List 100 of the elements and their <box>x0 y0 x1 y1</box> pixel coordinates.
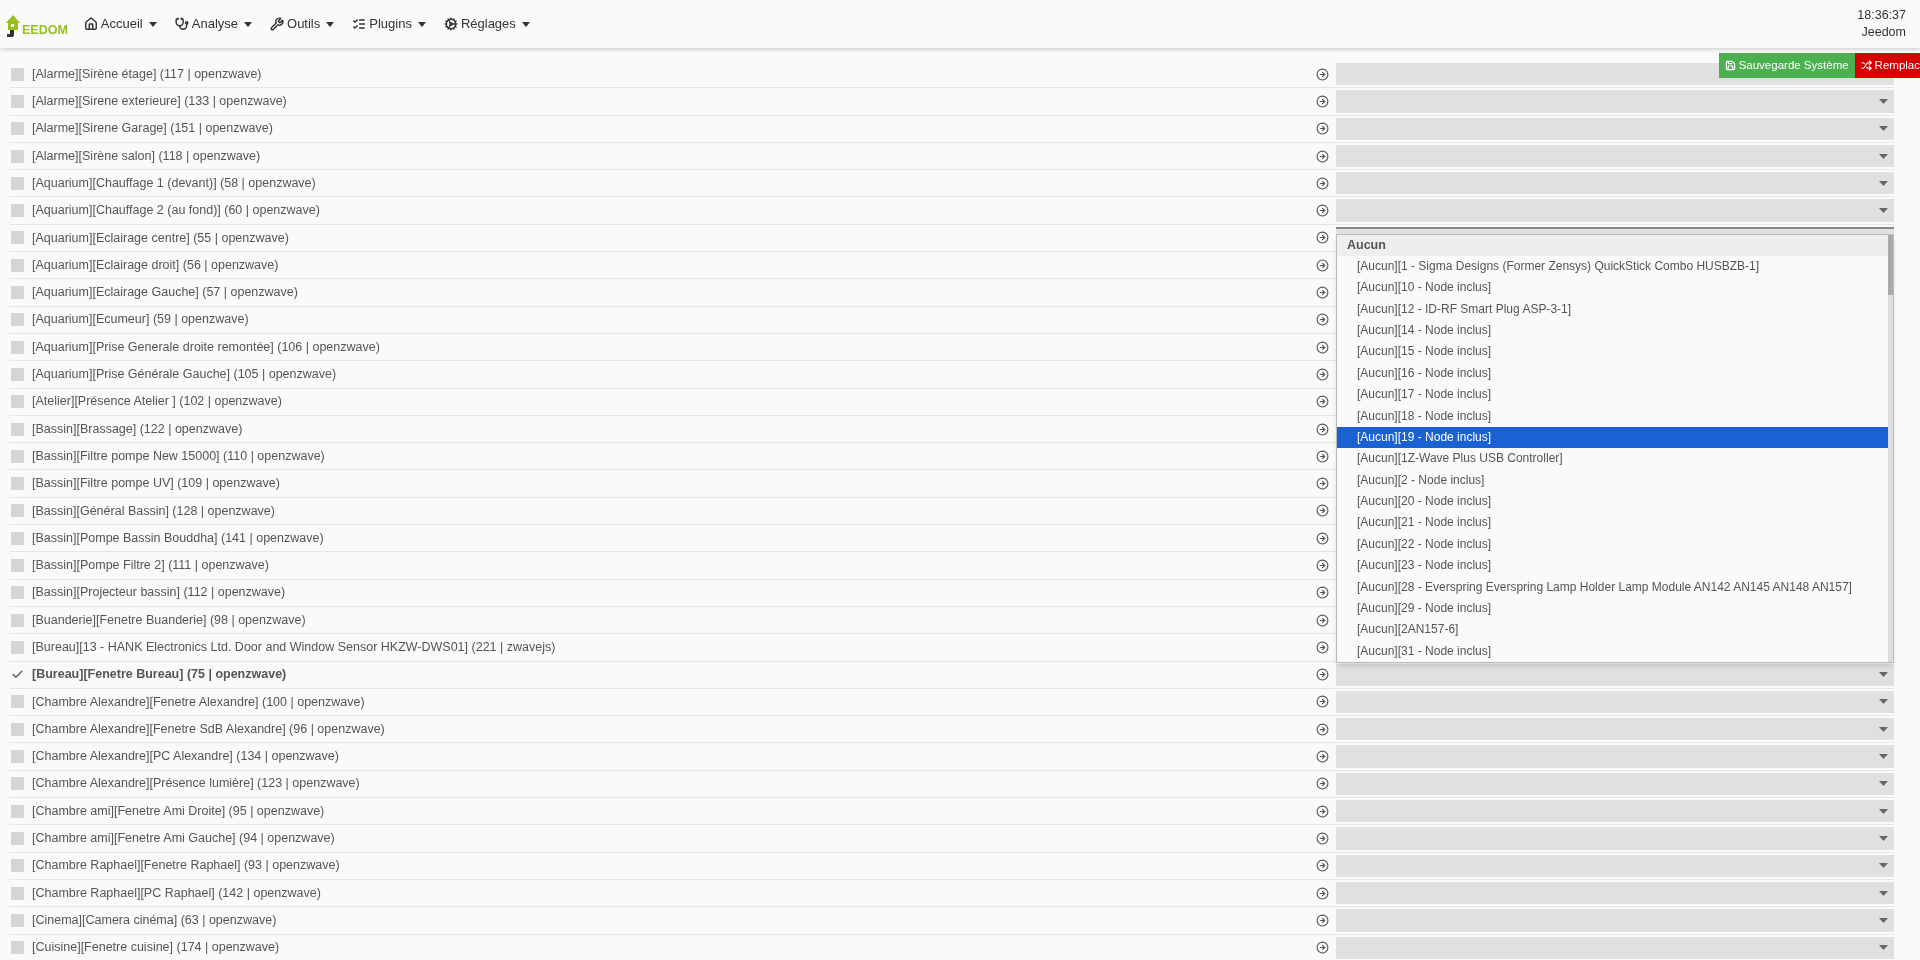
arrow-circle-icon[interactable] <box>1316 640 1329 654</box>
arrow-circle-icon[interactable] <box>1316 422 1329 436</box>
dropdown-option[interactable]: [Aucun][22 - Node inclus] <box>1337 533 1888 556</box>
arrow-circle-icon[interactable] <box>1316 367 1329 381</box>
arrow-circle-icon[interactable] <box>1316 94 1329 108</box>
checkbox[interactable] <box>11 231 24 245</box>
arrow-circle-icon[interactable] <box>1316 449 1329 463</box>
select-field[interactable] <box>1336 90 1894 113</box>
checkbox[interactable] <box>11 586 24 600</box>
dropdown-option[interactable]: [Aucun][14 - Node inclus] <box>1337 319 1888 342</box>
arrow-circle-icon[interactable] <box>1316 913 1329 927</box>
dropdown-option[interactable]: [Aucun][20 - Node inclus] <box>1337 491 1888 513</box>
checkbox[interactable] <box>11 777 24 791</box>
checkbox[interactable] <box>11 941 24 955</box>
dropdown-option[interactable]: [Aucun][29 - Node inclus] <box>1337 598 1888 620</box>
checkbox[interactable] <box>11 94 24 108</box>
checkbox[interactable] <box>11 122 24 136</box>
arrow-circle-icon[interactable] <box>1316 804 1329 818</box>
dropdown-option[interactable]: [Aucun][1 - Sigma Designs (Former Zensys) QuickStick Combo HUSBZB-1] <box>1337 255 1888 278</box>
arrow-circle-icon[interactable] <box>1316 831 1329 845</box>
checkbox[interactable] <box>11 340 24 354</box>
select-field[interactable] <box>1336 172 1894 195</box>
arrow-circle-icon[interactable] <box>1316 286 1329 299</box>
checkbox[interactable] <box>11 804 24 818</box>
arrow-circle-icon[interactable] <box>1316 176 1329 190</box>
checkbox[interactable] <box>11 422 24 436</box>
checkbox[interactable] <box>11 367 24 381</box>
arrow-circle-icon[interactable] <box>1316 67 1329 81</box>
checkbox[interactable] <box>11 640 24 654</box>
dropdown-option[interactable]: [Aucun][15 - Node inclus] <box>1337 341 1888 363</box>
checkbox[interactable] <box>11 504 24 518</box>
select-field[interactable] <box>1336 199 1894 222</box>
checkbox[interactable] <box>11 204 24 218</box>
arrow-circle-icon[interactable] <box>1316 122 1329 136</box>
nav-menu[interactable]: Accueil <box>83 14 157 34</box>
dropdown-option[interactable]: [Aucun][10 - Node inclus] <box>1337 277 1888 299</box>
select-field[interactable] <box>1336 827 1894 850</box>
arrow-circle-icon[interactable] <box>1316 231 1329 245</box>
checkbox[interactable] <box>11 449 24 463</box>
user-name[interactable]: Jeedom <box>1861 24 1906 41</box>
arrow-circle-icon[interactable] <box>1316 613 1329 627</box>
select-field[interactable] <box>1336 745 1894 768</box>
arrow-circle-icon[interactable] <box>1316 531 1329 545</box>
nav-menu[interactable]: Analyse <box>174 14 252 34</box>
dropdown-option[interactable]: [Aucun][28 - Everspring Everspring Lamp Holder Lamp Module AN142 AN145 AN148 AN157] <box>1337 576 1888 599</box>
dropdown-option[interactable]: [Aucun][2 - Node inclus] <box>1337 469 1888 492</box>
checkbox[interactable] <box>11 886 24 900</box>
arrow-circle-icon[interactable] <box>1316 559 1329 572</box>
checkbox[interactable] <box>11 286 24 299</box>
checkbox[interactable] <box>11 313 24 327</box>
checkbox[interactable] <box>11 613 24 627</box>
arrow-circle-icon[interactable] <box>1316 859 1329 873</box>
scrollbar[interactable] <box>1888 234 1893 662</box>
dropdown-option[interactable]: [Aucun][16 - Node inclus] <box>1337 362 1888 385</box>
dropdown-option[interactable]: [Aucun][17 - Node inclus] <box>1337 384 1888 406</box>
arrow-circle-icon[interactable] <box>1316 886 1329 900</box>
arrow-circle-icon[interactable] <box>1316 477 1329 491</box>
checkbox[interactable] <box>11 176 24 190</box>
dropdown-option[interactable]: [Aucun][1Z-Wave Plus USB Controller] <box>1337 448 1888 470</box>
arrow-circle-icon[interactable] <box>1316 395 1329 409</box>
select-field[interactable] <box>1336 663 1894 686</box>
arrow-circle-icon[interactable] <box>1316 258 1329 272</box>
checkbox[interactable] <box>11 859 24 873</box>
dropdown-option[interactable]: [Aucun][19 - Node inclus] <box>1337 426 1888 449</box>
select-field[interactable] <box>1336 718 1894 741</box>
nav-menu[interactable]: Réglages <box>443 14 530 34</box>
select-field[interactable] <box>1336 800 1894 823</box>
checkbox[interactable] <box>11 258 24 272</box>
select-field[interactable] <box>1336 936 1894 959</box>
checkbox[interactable] <box>11 913 24 927</box>
checkbox[interactable] <box>11 531 24 545</box>
arrow-circle-icon[interactable] <box>1316 340 1329 354</box>
arrow-circle-icon[interactable] <box>1316 504 1329 518</box>
select-field[interactable] <box>1336 690 1894 714</box>
select-field[interactable] <box>1336 854 1894 877</box>
dropdown-option[interactable]: [Aucun][31 - Node inclus] <box>1337 640 1888 662</box>
arrow-circle-icon[interactable] <box>1316 204 1329 218</box>
checkbox[interactable] <box>11 477 24 491</box>
select-field[interactable] <box>1336 117 1894 140</box>
arrow-circle-icon[interactable] <box>1316 695 1329 709</box>
select-field[interactable] <box>1336 881 1894 905</box>
arrow-circle-icon[interactable] <box>1316 722 1329 736</box>
replace-button[interactable]: Remplac <box>1854 53 1920 78</box>
checkbox[interactable] <box>11 695 24 709</box>
arrow-circle-icon[interactable] <box>1316 668 1329 682</box>
arrow-circle-icon[interactable] <box>1316 941 1329 955</box>
select-field[interactable] <box>1336 909 1894 932</box>
checkbox[interactable] <box>11 722 24 736</box>
checkbox[interactable] <box>11 149 24 163</box>
dropdown-option[interactable]: [Aucun][21 - Node inclus] <box>1337 512 1888 534</box>
checkbox[interactable] <box>11 559 24 572</box>
select-field[interactable] <box>1336 144 1894 168</box>
arrow-circle-icon[interactable] <box>1316 586 1329 600</box>
arrow-circle-icon[interactable] <box>1316 750 1329 764</box>
dropdown-option[interactable]: [Aucun][18 - Node inclus] <box>1337 405 1888 427</box>
checkbox[interactable] <box>11 395 24 409</box>
dropdown-option[interactable]: [Aucun][2AN157-6] <box>1337 619 1888 641</box>
select-field[interactable] <box>1336 772 1894 795</box>
arrow-circle-icon[interactable] <box>1316 313 1329 327</box>
arrow-circle-icon[interactable] <box>1316 149 1329 163</box>
